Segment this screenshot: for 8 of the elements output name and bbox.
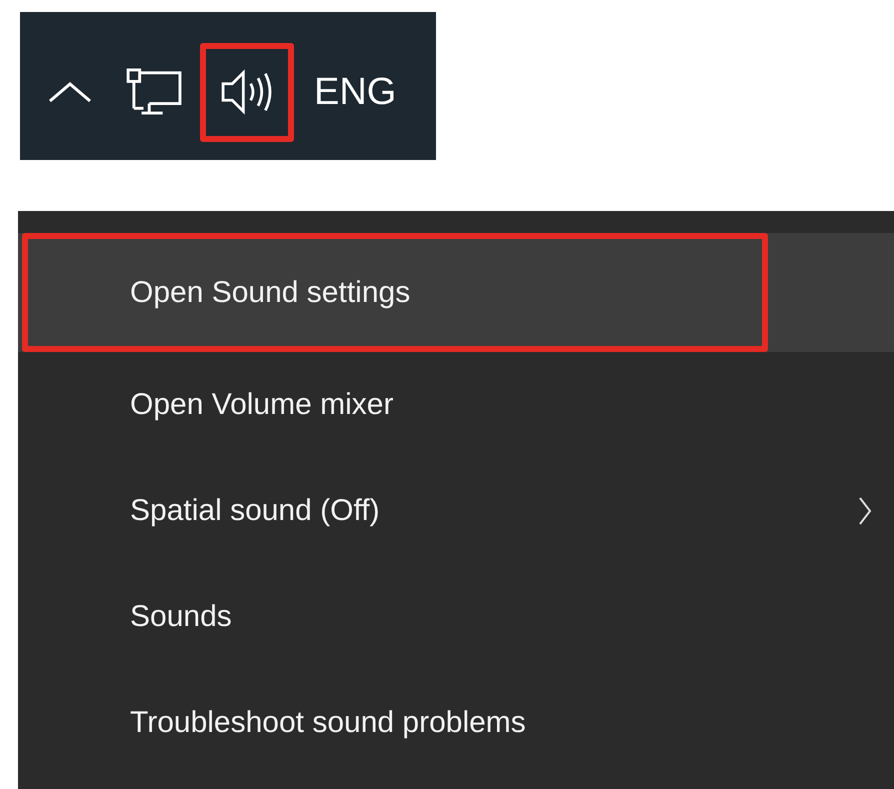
menu-item[interactable]: Spatial sound (Off) [18,458,894,564]
language-indicator[interactable]: ENG [314,70,396,114]
menu-item[interactable]: Open Volume mixer [18,352,894,458]
menu-item[interactable]: Troubleshoot sound problems [18,670,894,776]
menu-item[interactable]: Sounds [18,564,894,670]
chevron-up-icon[interactable] [48,81,92,103]
network-icon[interactable] [126,68,184,116]
menu-item[interactable]: Open Sound settings [18,233,894,352]
